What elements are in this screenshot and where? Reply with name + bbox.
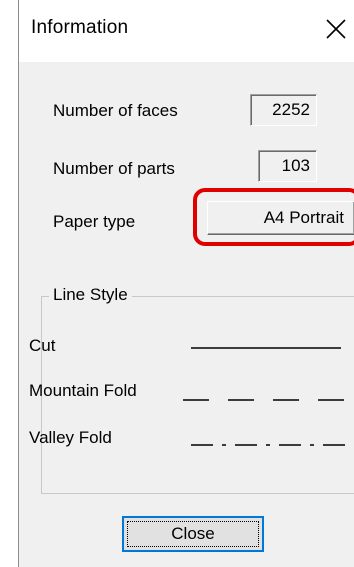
mountain-fold-line-sample bbox=[183, 399, 345, 401]
paper-type-value: A4 Portrait bbox=[207, 201, 354, 235]
close-icon[interactable] bbox=[321, 12, 351, 46]
close-button[interactable]: Close bbox=[122, 516, 264, 552]
faces-label: Number of faces bbox=[53, 101, 178, 120]
parts-value: 103 bbox=[258, 150, 317, 182]
information-dialog: Information Number of faces 2252 Number … bbox=[18, 0, 354, 567]
focus-rectangle bbox=[127, 521, 259, 547]
valley-fold-line-sample bbox=[191, 444, 345, 446]
cut-line-sample bbox=[191, 347, 341, 349]
faces-value: 2252 bbox=[250, 94, 317, 126]
line-style-legend: Line Style bbox=[49, 285, 132, 305]
valley-fold-label: Valley Fold bbox=[29, 428, 112, 447]
title-bar[interactable]: Information bbox=[19, 0, 354, 62]
window-title: Information bbox=[31, 17, 129, 38]
parts-label: Number of parts bbox=[53, 159, 175, 178]
close-x-glyph bbox=[326, 19, 346, 39]
paper-type-label: Paper type bbox=[53, 212, 136, 231]
mountain-fold-label: Mountain Fold bbox=[29, 381, 137, 400]
cut-label: Cut bbox=[29, 336, 56, 355]
dialog-body: Number of faces 2252 Number of parts 103… bbox=[19, 62, 354, 567]
